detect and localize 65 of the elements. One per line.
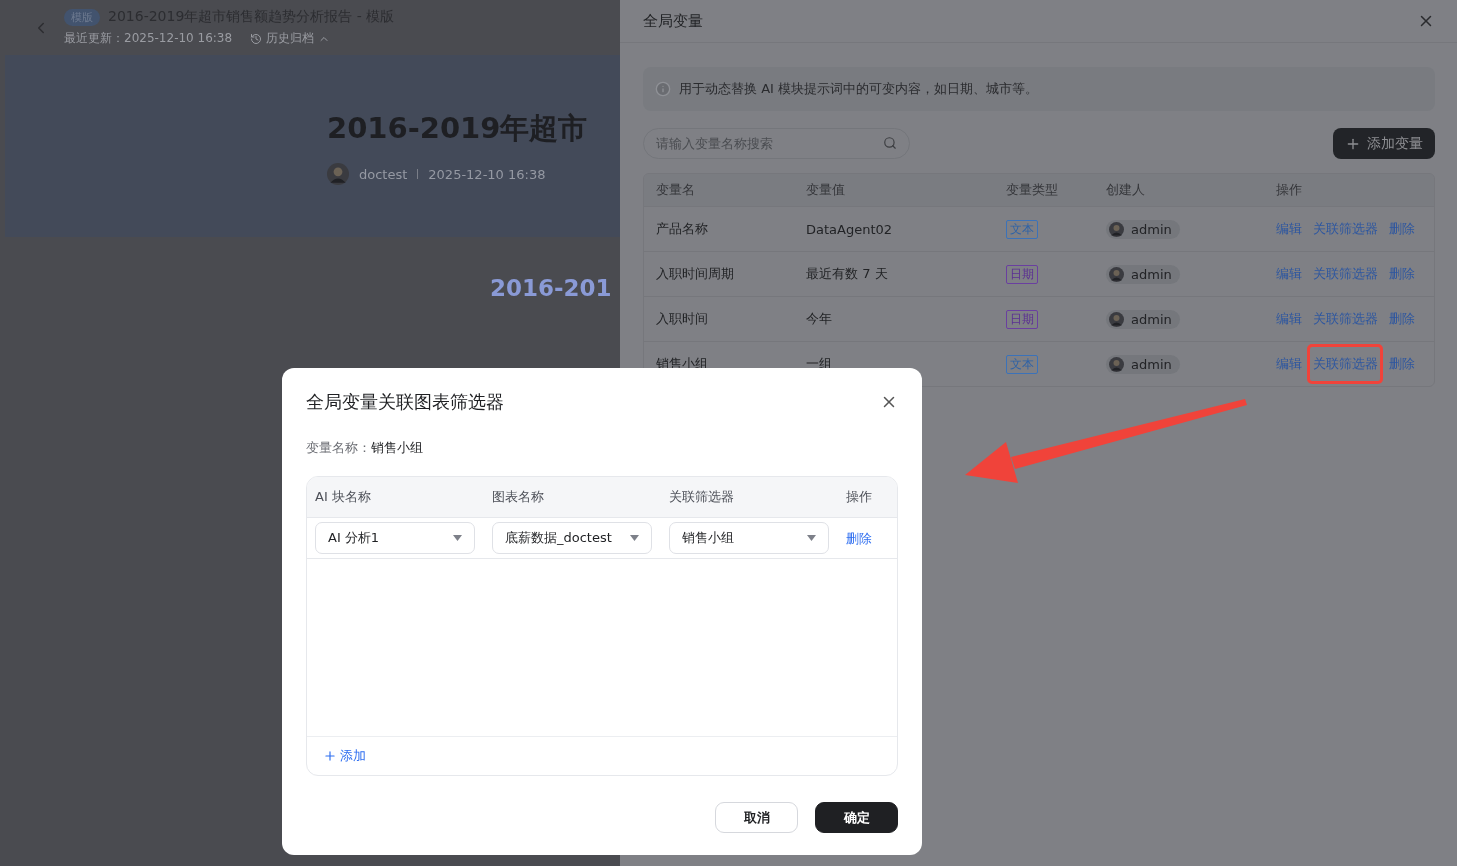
- publish-date: 2025-12-10 16:38: [428, 166, 546, 182]
- user-avatar-icon: [1109, 356, 1124, 372]
- action-link[interactable]: 删除: [1389, 310, 1415, 328]
- action-link[interactable]: 关联筛选器: [1313, 310, 1378, 328]
- add-link[interactable]: 添加: [307, 737, 366, 775]
- table-cell-text: 入职时间周期: [656, 265, 735, 283]
- author-name: doctest: [359, 166, 408, 182]
- caret-icon: [807, 535, 816, 541]
- action-link[interactable]: 关联筛选器: [1313, 265, 1378, 283]
- creator-chip: admin: [1106, 309, 1180, 329]
- table-cell-text: 入职时间: [656, 310, 709, 328]
- column-header: 创建人: [1106, 181, 1146, 199]
- action-link[interactable]: 关联筛选器: [1313, 355, 1378, 373]
- type-tag: 文本: [1006, 354, 1038, 374]
- cancel-button[interactable]: 取消: [715, 802, 798, 833]
- action-link[interactable]: 编辑: [1276, 220, 1302, 238]
- action-link[interactable]: 编辑: [1276, 265, 1302, 283]
- column-header: 操作: [1276, 181, 1303, 199]
- action-link[interactable]: 编辑: [1276, 310, 1302, 328]
- search-icon: [883, 136, 897, 150]
- column-header: 变量名: [656, 181, 696, 199]
- caret-icon: [630, 535, 639, 541]
- table-cell-text: DataAgent02: [806, 221, 894, 237]
- field-label: 变量名称：: [306, 439, 371, 457]
- action-link[interactable]: 删除: [1389, 220, 1415, 238]
- delete-link[interactable]: 删除: [846, 531, 872, 546]
- ai-block-select[interactable]: AI 分析1: [315, 522, 475, 554]
- add-variable-button[interactable]: 添加变量: [1333, 128, 1435, 159]
- type-tag: 文本: [1006, 219, 1038, 239]
- type-tag: 日期: [1006, 309, 1038, 329]
- type-tag: 日期: [1006, 264, 1038, 284]
- action-link[interactable]: 关联筛选器: [1313, 220, 1378, 238]
- column-header: 图表名称: [492, 488, 545, 506]
- column-header: 变量类型: [1006, 181, 1059, 199]
- table-cell-text: 产品名称: [656, 220, 709, 238]
- column-header: 操作: [846, 488, 873, 506]
- confirm-button[interactable]: 确定: [815, 802, 898, 833]
- drawer-title: 全局变量: [643, 11, 703, 31]
- user-avatar-icon: [1109, 311, 1124, 327]
- table-cell-text: 最近有数 7 天: [806, 265, 889, 283]
- field-value: 销售小组: [371, 439, 423, 457]
- action-link[interactable]: 删除: [1389, 355, 1415, 373]
- section-heading: 2016-201: [490, 275, 612, 301]
- author-avatar: [327, 163, 349, 185]
- chart-select[interactable]: 底薪数据_doctest: [492, 522, 652, 554]
- last-updated: 最近更新：2025-12-10 16:38: [64, 30, 233, 47]
- creator-chip: admin: [1106, 354, 1180, 374]
- user-avatar-icon: [1109, 221, 1124, 237]
- creator-chip: admin: [1106, 264, 1180, 284]
- info-icon: [655, 81, 671, 97]
- history-button[interactable]: 历史归档: [250, 30, 331, 47]
- column-header: 关联筛选器: [669, 488, 735, 506]
- column-header: AI 块名称: [315, 488, 372, 506]
- user-avatar-icon: [1109, 266, 1124, 282]
- action-link[interactable]: 删除: [1389, 265, 1415, 283]
- table-cell-text: 今年: [806, 310, 833, 328]
- plus-icon: [323, 749, 337, 763]
- creator-chip: admin: [1106, 219, 1180, 239]
- dialog-title: 全局变量关联图表筛选器: [306, 390, 504, 414]
- info-text: 用于动态替换 AI 模块提示词中的可变内容，如日期、城市等。: [679, 80, 1038, 98]
- caret-icon: [453, 535, 462, 541]
- action-link[interactable]: 编辑: [1276, 355, 1302, 373]
- history-icon: [250, 32, 263, 45]
- column-header: 变量值: [806, 181, 846, 199]
- filter-select[interactable]: 销售小组: [669, 522, 829, 554]
